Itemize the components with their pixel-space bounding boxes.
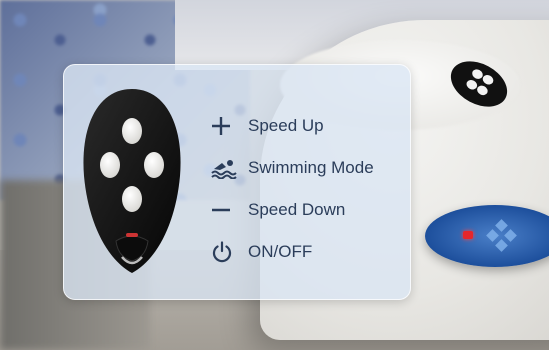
legend-label: Swimming Mode <box>248 158 374 177</box>
remote-button-right <box>144 152 164 178</box>
remote-button-left <box>100 152 120 178</box>
plus-icon <box>210 114 240 138</box>
legend-label: ON/OFF <box>248 242 313 261</box>
panel-led <box>463 231 473 239</box>
minus-icon <box>210 198 240 222</box>
legend-label: Speed Down <box>248 200 346 219</box>
legend-label: Speed Up <box>248 116 324 135</box>
swimmer-icon <box>210 156 240 180</box>
legend-item-speed-up: Speed Up <box>210 105 400 147</box>
power-icon <box>210 240 240 264</box>
remote-button-up <box>122 118 142 144</box>
remote-legend-card: Speed Up Swimming Mode Speed Down ON/OFF <box>63 64 411 300</box>
legend-item-speed-down: Speed Down <box>210 189 400 231</box>
legend-item-swimming-mode: Swimming Mode <box>210 147 400 189</box>
button-legend: Speed Up Swimming Mode Speed Down ON/OFF <box>210 105 400 273</box>
small-remote-photo <box>450 61 508 107</box>
legend-item-on-off: ON/OFF <box>210 231 400 273</box>
panel-keys <box>486 219 517 252</box>
remote-control-image <box>83 89 181 273</box>
remote-button-down <box>122 186 142 212</box>
